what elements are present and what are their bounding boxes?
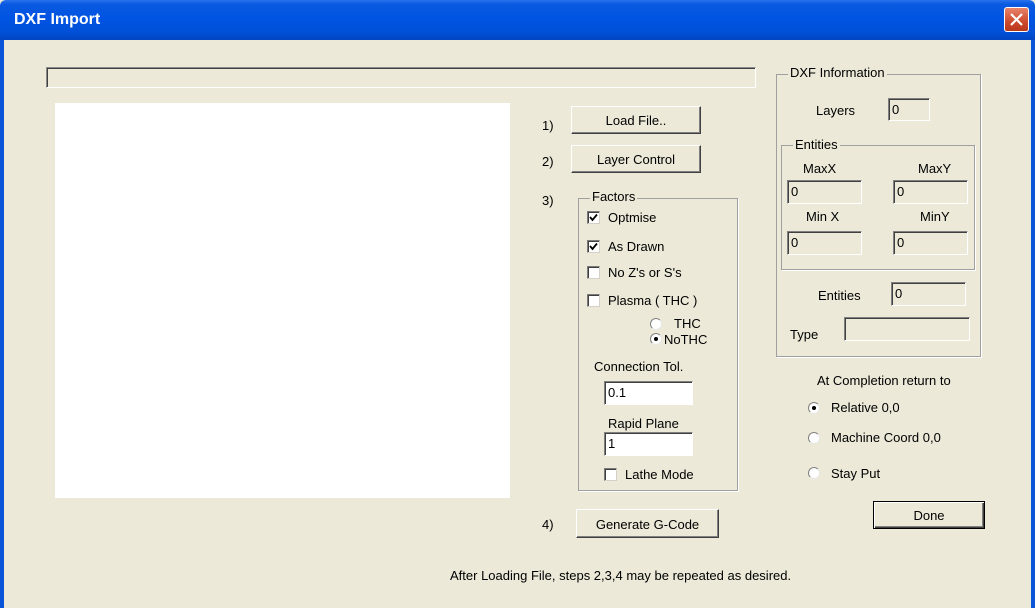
maxy-label: MaxY [918,161,952,176]
maxx-field: 0 [787,180,862,204]
window-frame-left [0,40,4,608]
no-zs-checkbox[interactable] [587,266,600,279]
generate-gcode-button[interactable]: Generate G-Code [576,509,719,538]
step-3-label: 3) [542,193,554,208]
step-4-label: 4) [542,517,554,532]
entities-legend: Entities [793,137,840,152]
plasma-label: Plasma ( THC ) [608,293,698,308]
machine-coord-label: Machine Coord 0,0 [831,430,941,445]
as-drawn-label: As Drawn [608,239,665,254]
completion-label: At Completion return to [817,373,951,388]
connection-tol-label: Connection Tol. [594,359,684,374]
relative-radio[interactable] [808,402,820,414]
miny-label: MinY [920,209,950,224]
rapid-plane-label: Rapid Plane [608,416,679,431]
type-field [844,317,970,341]
machine-coord-radio[interactable] [808,432,820,444]
checkmark-icon [589,213,598,222]
stay-put-radio[interactable] [808,467,820,479]
as-drawn-checkbox[interactable] [587,240,600,253]
layers-label: Layers [816,103,856,118]
window-frame-right [1031,40,1035,608]
entities-count-label: Entities [818,288,861,303]
checkmark-icon [589,242,598,251]
stay-put-label: Stay Put [831,466,881,481]
done-button[interactable]: Done [873,501,985,529]
window-title: DXF Import [14,11,101,28]
lathe-mode-checkbox[interactable] [604,468,617,481]
thc-label: THC [674,316,701,331]
thc-radio[interactable] [650,318,662,330]
nothc-label: NoTHC [664,332,708,347]
nothc-radio[interactable] [650,333,662,345]
progress-bar [46,67,756,88]
dxf-info-legend: DXF Information [788,65,887,80]
optimise-checkbox[interactable] [587,211,600,224]
step-2-label: 2) [542,154,554,169]
drawing-preview [55,103,510,498]
type-label: Type [790,327,819,342]
miny-field: 0 [893,231,968,255]
rapid-plane-input[interactable]: 1 [604,432,693,456]
maxx-label: MaxX [803,161,837,176]
load-file-button[interactable]: Load File.. [571,106,701,134]
maxy-field: 0 [893,180,968,204]
close-icon [1010,13,1023,26]
plasma-checkbox[interactable] [587,294,600,307]
layer-control-button[interactable]: Layer Control [571,145,701,173]
minx-field: 0 [787,231,862,255]
no-zs-label: No Z's or S's [608,265,682,280]
step-1-label: 1) [542,118,554,133]
instructions-note: After Loading File, steps 2,3,4 may be r… [450,568,792,583]
title-bar [0,0,1035,40]
relative-label: Relative 0,0 [831,400,900,415]
optimise-label: Optmise [608,210,657,225]
entities-count-field: 0 [891,282,966,306]
connection-tol-input[interactable]: 0.1 [604,381,693,405]
layers-field: 0 [888,98,930,121]
factors-legend: Factors [590,189,638,204]
lathe-mode-label: Lathe Mode [625,467,694,482]
minx-label: Min X [806,209,840,224]
close-button[interactable] [1004,7,1029,32]
